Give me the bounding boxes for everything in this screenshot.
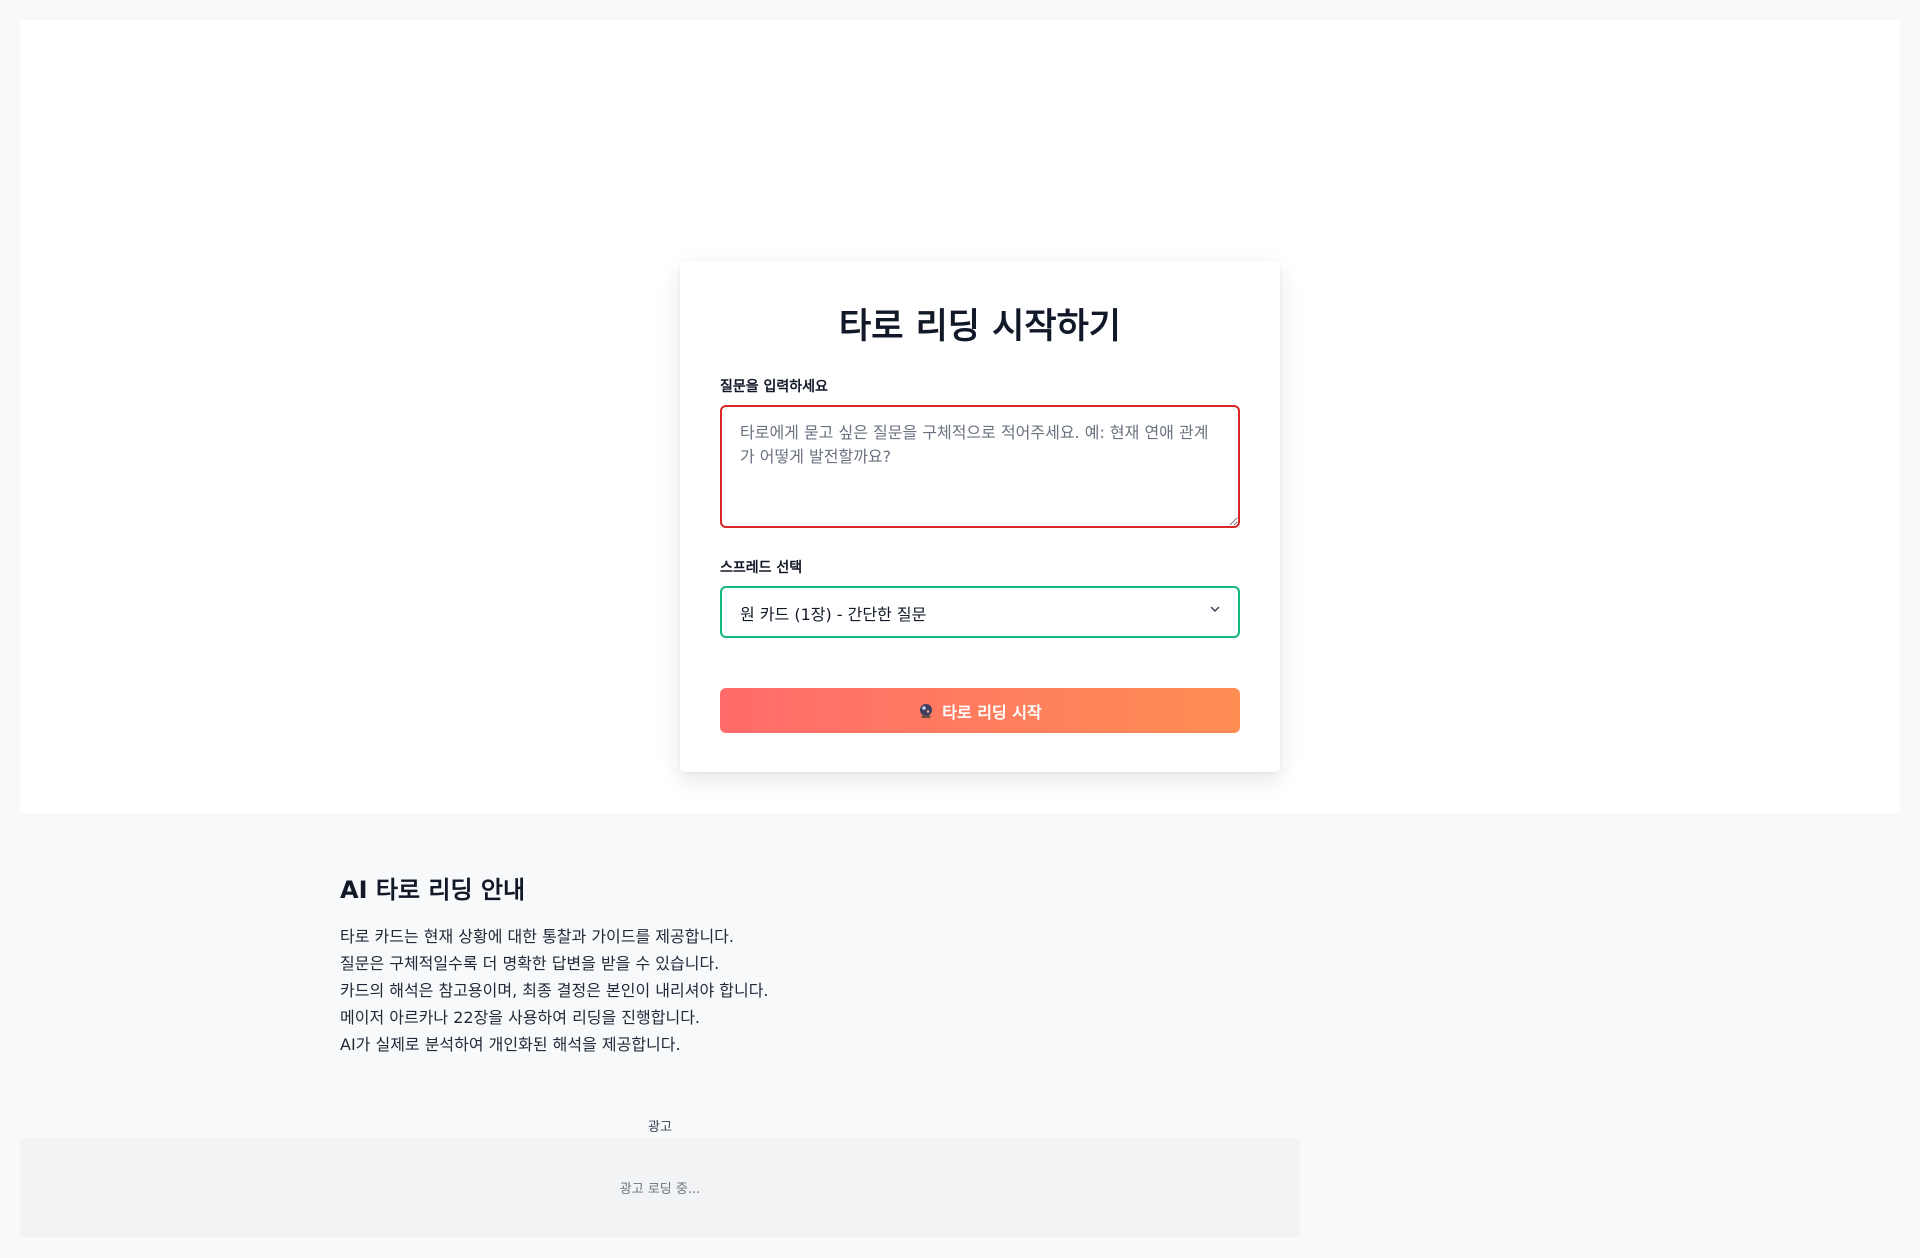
ad-container: 광고 로딩 중... <box>20 1138 1300 1237</box>
form-title: 타로 리딩 시작하기 <box>839 307 1121 347</box>
question-textarea[interactable] <box>720 405 1240 528</box>
start-reading-button[interactable]: 타로 리딩 시작 <box>720 688 1240 733</box>
spread-label: 스프레드 선택 <box>720 560 803 576</box>
hero-section: 타로 리딩 시작하기 질문을 입력하세요 스프레드 선택 원 카드 (1장) -… <box>20 20 1900 813</box>
info-line: 타로 카드는 현재 상황에 대한 통찰과 가이드를 제공합니다. <box>340 927 734 946</box>
info-line: 질문은 구체적일수록 더 명확한 답변을 받을 수 있습니다. <box>340 954 720 973</box>
start-reading-label: 타로 리딩 시작 <box>942 702 1042 722</box>
info-line: AI가 실제로 분석하여 개인화된 해석을 제공합니다. <box>340 1035 681 1054</box>
question-label: 질문을 입력하세요 <box>720 379 828 395</box>
reading-form-card: 타로 리딩 시작하기 질문을 입력하세요 스프레드 선택 원 카드 (1장) -… <box>680 261 1280 772</box>
info-title: AI 타로 리딩 안내 <box>340 876 526 904</box>
ad-loading-text: 광고 로딩 중... <box>619 1182 701 1197</box>
chevron-down-icon <box>1210 606 1220 612</box>
info-line: 메이저 아르카나 22장을 사용하여 리딩을 진행합니다. <box>340 1008 700 1027</box>
spread-selected-value: 원 카드 (1장) - 간단한 질문 <box>740 605 927 624</box>
crystal-ball-icon <box>920 703 933 718</box>
info-list: 타로 카드는 현재 상황에 대한 통찰과 가이드를 제공합니다. 질문은 구체적… <box>340 923 1340 1058</box>
ad-label: 광고 <box>648 1120 672 1135</box>
info-line: 카드의 해석은 참고용이며, 최종 결정은 본인이 내리셔야 합니다. <box>340 981 769 1000</box>
spread-select[interactable]: 원 카드 (1장) - 간단한 질문 <box>720 586 1240 638</box>
info-section: AI 타로 리딩 안내 타로 카드는 현재 상황에 대한 통찰과 가이드를 제공… <box>340 870 1340 1058</box>
